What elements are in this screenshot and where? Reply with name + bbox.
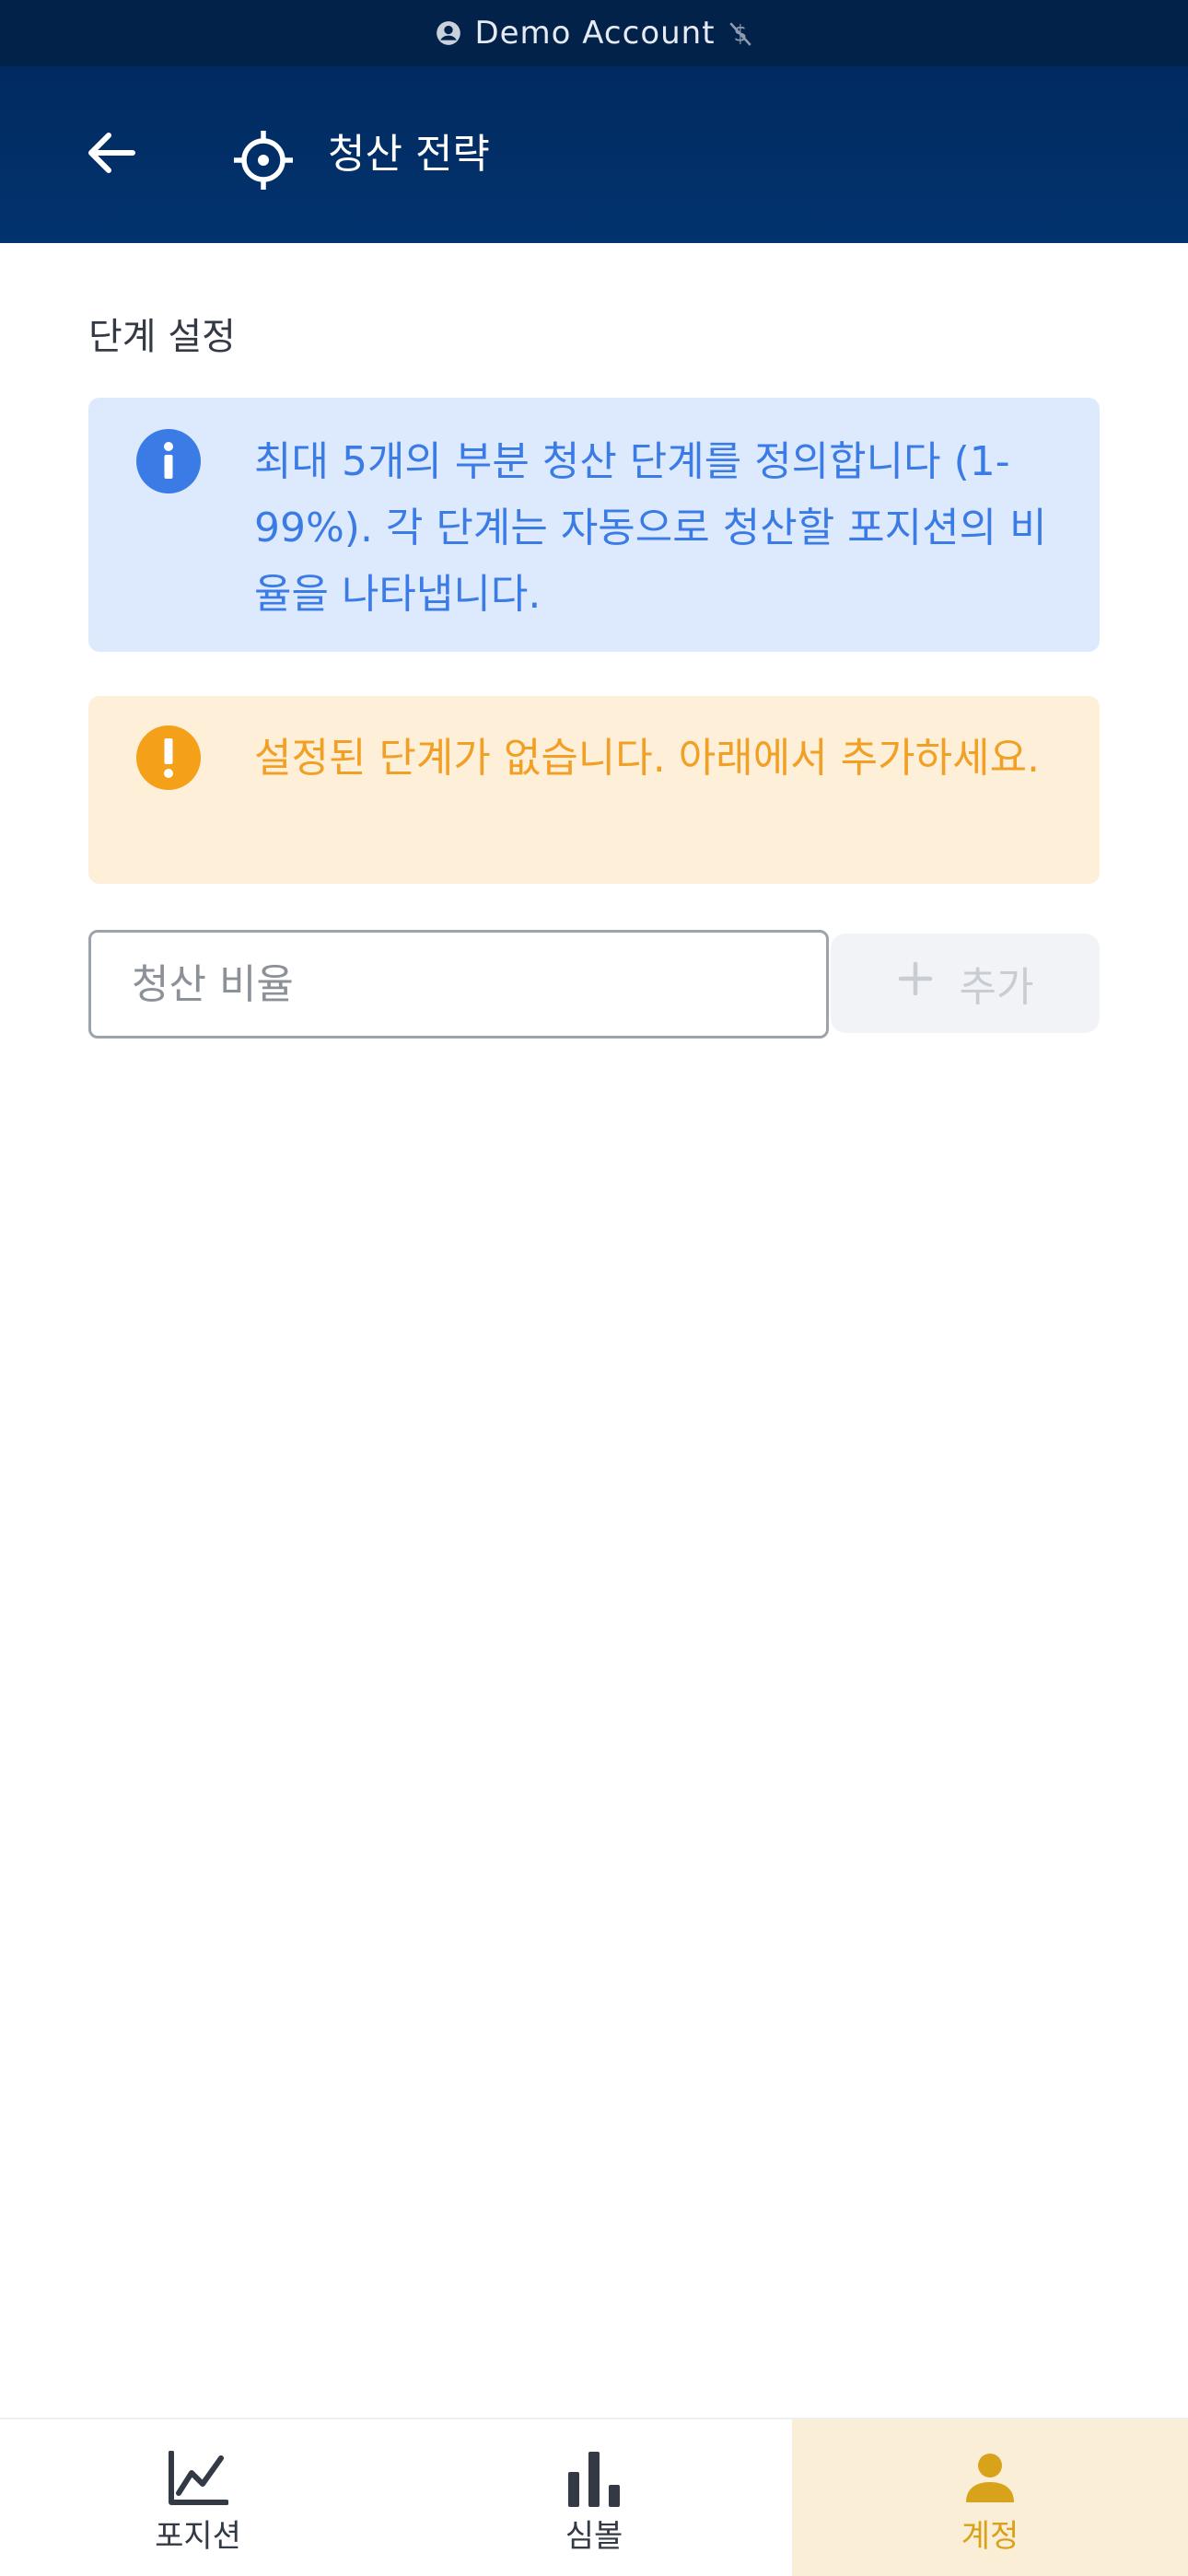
info-box: 최대 5개의 부분 청산 단계를 정의합니다 (1-99%). 각 단계는 자동… <box>88 398 1100 652</box>
nav-item-account[interactable]: 계정 <box>792 2419 1188 2576</box>
account-circle-icon <box>436 20 461 46</box>
app-bar: 청산 전략 <box>0 66 1188 243</box>
info-icon <box>136 429 201 493</box>
bottom-nav: 포지션 심볼 계정 <box>0 2418 1188 2576</box>
nav-label-account: 계정 <box>961 2518 1019 2555</box>
nav-label-positions: 포지션 <box>155 2518 241 2555</box>
account-label: Demo Account <box>474 15 716 52</box>
usd-off-icon: $ <box>728 19 752 47</box>
warning-message: 설정된 단계가 없습니다. 아래에서 추가하세요. <box>254 735 1041 782</box>
bar-chart-icon <box>557 2443 631 2513</box>
warning-box: 설정된 단계가 없습니다. 아래에서 추가하세요. <box>88 696 1100 884</box>
crosshair-target-icon <box>230 127 297 193</box>
page-title: 청산 전략 <box>328 131 490 178</box>
add-button[interactable]: 추가 <box>831 934 1100 1033</box>
person-icon <box>953 2443 1027 2513</box>
alert-icon <box>136 725 201 790</box>
section-label: 단계 설정 <box>88 316 236 358</box>
add-button-label: 추가 <box>959 964 1034 1011</box>
info-message: 최대 5개의 부분 청산 단계를 정의합니다 (1-99%). 각 단계는 자동… <box>254 438 1047 618</box>
arrow-left-icon <box>87 132 136 178</box>
nav-item-symbols[interactable]: 심볼 <box>396 2419 792 2576</box>
nav-label-symbols: 심볼 <box>565 2518 623 2555</box>
plus-icon <box>897 960 934 1007</box>
liquidation-ratio-input[interactable] <box>88 930 829 1039</box>
back-button[interactable] <box>70 113 153 196</box>
nav-item-positions[interactable]: 포지션 <box>0 2419 396 2576</box>
status-bar: Demo Account $ <box>0 0 1188 66</box>
chart-line-icon <box>161 2443 235 2513</box>
